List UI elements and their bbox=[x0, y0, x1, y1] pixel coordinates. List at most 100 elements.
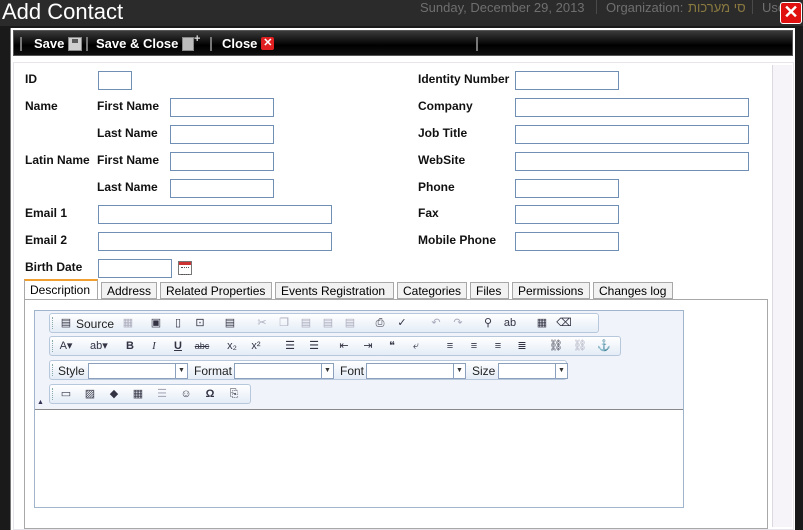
outdent-icon[interactable]: ⇤ bbox=[336, 339, 352, 353]
format-select[interactable]: ▼ bbox=[234, 363, 334, 379]
phone-field[interactable] bbox=[515, 179, 619, 198]
close-button[interactable]: Close ✕ bbox=[222, 36, 275, 51]
templates-icon[interactable]: ▤ bbox=[222, 316, 238, 330]
fax-field[interactable] bbox=[515, 205, 619, 224]
new-page-icon[interactable]: ▯ bbox=[170, 316, 186, 330]
tab-changes-log[interactable]: Changes log bbox=[593, 282, 673, 299]
select-all-icon[interactable]: ▦ bbox=[534, 316, 550, 330]
numbered-list-icon[interactable]: ☰ bbox=[282, 339, 298, 353]
tab-related-properties[interactable]: Related Properties bbox=[160, 282, 272, 299]
horizontal-rule-icon[interactable]: ☰ bbox=[154, 387, 170, 401]
font-label: Font bbox=[340, 364, 365, 378]
email2-field[interactable] bbox=[98, 232, 332, 251]
tab-files[interactable]: Files bbox=[470, 282, 509, 299]
save-and-close-label: Save & Close bbox=[96, 36, 179, 51]
smiley-icon[interactable]: ☺ bbox=[178, 387, 194, 401]
undo-icon[interactable]: ↶ bbox=[428, 316, 444, 330]
style-label: Style bbox=[58, 364, 85, 378]
cut-icon[interactable]: ✂ bbox=[254, 316, 270, 330]
strikethrough-icon[interactable]: abc bbox=[194, 339, 210, 353]
size-select[interactable]: ▼ bbox=[498, 363, 568, 379]
toolbar-grip bbox=[52, 317, 54, 329]
justify-icon[interactable]: ≣ bbox=[514, 339, 530, 353]
tab-address[interactable]: Address bbox=[101, 282, 157, 299]
vertical-scrollbar[interactable] bbox=[772, 65, 792, 527]
find-icon[interactable]: ⚲ bbox=[480, 316, 496, 330]
align-left-icon[interactable]: ≡ bbox=[442, 339, 458, 353]
tab-permissions[interactable]: Permissions bbox=[512, 282, 590, 299]
chevron-down-icon: ▼ bbox=[175, 364, 187, 378]
anchor-icon[interactable]: ⚓ bbox=[596, 339, 612, 353]
editor-content-area[interactable] bbox=[35, 409, 683, 507]
source-button[interactable]: Source bbox=[76, 317, 114, 331]
paste-text-icon[interactable]: ▤ bbox=[320, 316, 336, 330]
subscript-icon[interactable]: x₂ bbox=[224, 339, 240, 353]
special-character-icon[interactable]: Ω bbox=[202, 387, 218, 401]
editor-toolbar-row: ▭ ▨ ◆ ▦ ☰ ☺ Ω ⎘ bbox=[49, 384, 251, 404]
italic-icon[interactable]: I bbox=[146, 339, 162, 353]
paste-word-icon[interactable]: ▤ bbox=[342, 316, 358, 330]
bold-icon[interactable]: B bbox=[122, 339, 138, 353]
id-field[interactable] bbox=[98, 71, 132, 90]
mobile-phone-field[interactable] bbox=[515, 232, 619, 251]
underline-icon[interactable]: U bbox=[170, 339, 186, 353]
replace-icon[interactable]: ab bbox=[502, 316, 518, 330]
calendar-icon[interactable] bbox=[178, 261, 192, 275]
print-icon[interactable]: ⎙ bbox=[372, 316, 388, 330]
font-select[interactable]: ▼ bbox=[366, 363, 466, 379]
flash-icon[interactable]: ▭ bbox=[58, 387, 74, 401]
indent-icon[interactable]: ⇥ bbox=[360, 339, 376, 353]
paste-icon[interactable]: ▤ bbox=[298, 316, 314, 330]
job-title-field[interactable] bbox=[515, 125, 749, 144]
latin-first-name-field[interactable] bbox=[170, 152, 274, 171]
image-icon[interactable]: ▨ bbox=[82, 387, 98, 401]
tab-description[interactable]: Description bbox=[24, 279, 98, 300]
align-right-icon[interactable]: ≡ bbox=[490, 339, 506, 353]
link-icon[interactable]: ⛓ bbox=[548, 339, 564, 353]
text-color-icon[interactable]: A▾ bbox=[58, 339, 74, 353]
redo-icon[interactable]: ↷ bbox=[450, 316, 466, 330]
mobile-phone-label: Mobile Phone bbox=[418, 233, 496, 247]
collapse-toolbar-icon[interactable]: ▲ bbox=[37, 399, 44, 406]
fax-label: Fax bbox=[418, 206, 439, 220]
tab-categories[interactable]: Categories bbox=[397, 282, 467, 299]
background-color-icon[interactable]: ab▾ bbox=[90, 339, 108, 353]
table-icon[interactable]: ▦ bbox=[130, 387, 146, 401]
spellcheck-icon[interactable]: ✓ bbox=[394, 316, 410, 330]
identity-number-label: Identity Number bbox=[418, 72, 510, 86]
flash-object-icon[interactable]: ◆ bbox=[106, 387, 122, 401]
remove-format-icon[interactable]: ⌫ bbox=[556, 316, 572, 330]
first-name-field[interactable] bbox=[170, 98, 274, 117]
job-title-label: Job Title bbox=[418, 126, 468, 140]
size-label: Size bbox=[472, 364, 496, 378]
blockquote-icon[interactable]: ❝ bbox=[384, 339, 400, 353]
tab-events-registration[interactable]: Events Registration bbox=[275, 282, 394, 299]
copy-icon[interactable]: ❐ bbox=[276, 316, 292, 330]
toolbar-grip bbox=[52, 388, 54, 400]
description-tab-panel: ▤ Source ▦ ▣ ▯ ⊡ ▤ ✂ ❐ ▤ ▤ ▤ ⎙ ✓ ↶ ↷ ⚲ a… bbox=[24, 299, 768, 529]
identity-number-field[interactable] bbox=[515, 71, 619, 90]
editor-toolbar: ▤ Source ▦ ▣ ▯ ⊡ ▤ ✂ ❐ ▤ ▤ ▤ ⎙ ✓ ↶ ↷ ⚲ a… bbox=[35, 311, 683, 409]
save-and-close-button[interactable]: Save & Close bbox=[96, 33, 200, 52]
align-center-icon[interactable]: ≡ bbox=[466, 339, 482, 353]
toolbar-grip bbox=[52, 364, 54, 376]
dialog-close-button[interactable]: ✕ bbox=[780, 2, 802, 24]
last-name-field[interactable] bbox=[170, 125, 274, 144]
toolbar-grip bbox=[52, 340, 54, 352]
print-preview-icon[interactable]: ⊡ bbox=[192, 316, 208, 330]
latin-last-name-field[interactable] bbox=[170, 179, 274, 198]
save-button[interactable]: Save bbox=[34, 36, 83, 51]
preview-icon[interactable]: ▦ bbox=[120, 316, 136, 330]
birth-date-field[interactable] bbox=[98, 259, 172, 278]
save-icon[interactable]: ▣ bbox=[148, 316, 164, 330]
website-field[interactable] bbox=[515, 152, 749, 171]
email1-field[interactable] bbox=[98, 205, 332, 224]
page-break-icon[interactable]: ⎘ bbox=[226, 387, 242, 401]
style-select[interactable]: ▼ bbox=[88, 363, 188, 379]
superscript-icon[interactable]: x² bbox=[248, 339, 264, 353]
company-field[interactable] bbox=[515, 98, 749, 117]
create-div-icon[interactable]: ⤶ bbox=[408, 339, 424, 353]
unlink-icon[interactable]: ⛓ bbox=[572, 339, 588, 353]
bullet-list-icon[interactable]: ☰ bbox=[306, 339, 322, 353]
format-label: Format bbox=[194, 364, 233, 378]
